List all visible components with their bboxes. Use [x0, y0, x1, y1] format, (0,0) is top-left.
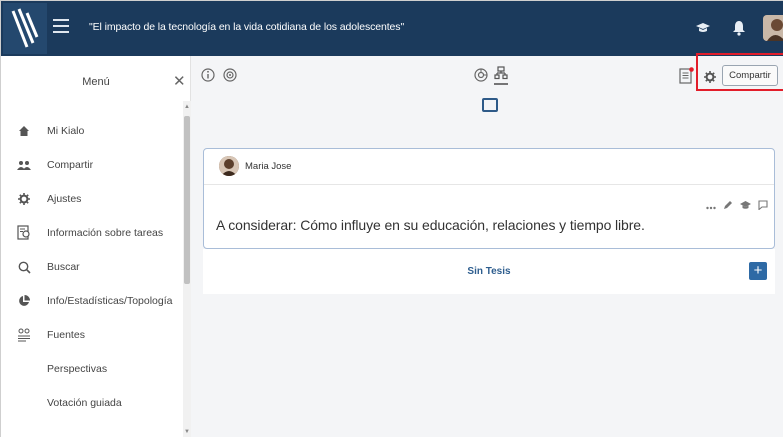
sidebar-item-fuentes[interactable]: Fuentes: [1, 318, 181, 352]
pie-chart-icon: [1, 295, 47, 307]
add-claim-button[interactable]: +: [749, 262, 767, 280]
sidebar-item-ajustes[interactable]: Ajustes: [1, 182, 181, 216]
hamburger-icon[interactable]: [53, 19, 69, 33]
author-avatar[interactable]: [219, 156, 239, 176]
user-avatar[interactable]: [763, 15, 783, 41]
gear-icon: [1, 193, 47, 205]
home-icon: [1, 125, 47, 137]
claim-card[interactable]: Maria Jose A considerar: Cómo influye en…: [203, 148, 775, 249]
sidebar-menu: Menú ✕ Mi Kialo Compartir Ajustes Inform…: [1, 56, 191, 437]
box-view-icon[interactable]: [482, 98, 498, 117]
sidebar-item-label: Compartir: [47, 159, 94, 171]
sidebar-item-label: Perspectivas: [47, 363, 108, 375]
scroll-down-icon[interactable]: ▼: [183, 428, 191, 436]
sidebar-item-mi-kialo[interactable]: Mi Kialo: [1, 114, 181, 148]
tree-view-icon[interactable]: [494, 66, 508, 91]
sidebar-item-label: Información sobre tareas: [47, 227, 164, 239]
author-name[interactable]: Maria Jose: [245, 161, 291, 172]
graduation-cap-icon[interactable]: [695, 20, 711, 38]
sidebar-item-label: Info/Estadísticas/Topología: [47, 295, 173, 307]
menu-title: Menú: [82, 76, 110, 88]
search-icon: [1, 261, 47, 274]
more-icon[interactable]: [706, 197, 716, 215]
notes-icon[interactable]: [679, 67, 695, 90]
info-icon[interactable]: [201, 68, 215, 87]
sidebar-item-label: Votación guiada: [47, 397, 122, 409]
claim-text[interactable]: A considerar: Cómo influye en su educaci…: [216, 217, 645, 233]
bell-icon[interactable]: [732, 20, 746, 38]
sidebar-item-votacion-guiada[interactable]: Votación guiada: [1, 386, 181, 420]
close-icon[interactable]: ✕: [173, 72, 186, 90]
top-bar: "El impacto de la tecnología en la vida …: [1, 1, 783, 56]
sunburst-icon[interactable]: [474, 68, 488, 87]
scrollbar-thumb[interactable]: [184, 116, 190, 284]
sidebar-item-informacion-tareas[interactable]: Información sobre tareas: [1, 216, 181, 250]
sidebar-item-label: Ajustes: [47, 193, 82, 205]
sidebar-item-label: Mi Kialo: [47, 125, 85, 137]
sidebar-item-label: Fuentes: [47, 329, 85, 341]
claim-card-header: Maria Jose: [204, 149, 774, 185]
discussion-title: "El impacto de la tecnología en la vida …: [89, 21, 405, 33]
no-thesis-label[interactable]: Sin Tesis: [203, 266, 775, 277]
sidebar-item-perspectivas[interactable]: Perspectivas: [1, 352, 181, 386]
sidebar-scrollbar[interactable]: ▲ ▼: [183, 101, 191, 437]
comment-icon[interactable]: [758, 197, 768, 215]
scroll-up-icon[interactable]: ▲: [183, 103, 191, 111]
users-icon: [1, 160, 47, 170]
sidebar-item-estadisticas[interactable]: Info/Estadísticas/Topología: [1, 284, 181, 318]
claim-actions: [706, 197, 768, 215]
thesis-bar: Sin Tesis +: [203, 249, 775, 294]
task-info-icon: [1, 225, 47, 241]
app-window: "El impacto de la tecnología en la vida …: [0, 0, 783, 437]
share-button[interactable]: Compartir: [722, 65, 778, 86]
edit-icon[interactable]: [723, 197, 733, 215]
discussion-area: Compartir Maria Jose A considerar: Cómo …: [191, 53, 783, 437]
sidebar-item-buscar[interactable]: Buscar: [1, 250, 181, 284]
kialo-logo-icon[interactable]: [3, 3, 47, 54]
sidebar-item-label: Buscar: [47, 261, 80, 273]
education-icon[interactable]: [740, 197, 751, 215]
sidebar-item-compartir[interactable]: Compartir: [1, 148, 181, 182]
sources-icon: [1, 328, 47, 342]
target-icon[interactable]: [223, 68, 237, 87]
